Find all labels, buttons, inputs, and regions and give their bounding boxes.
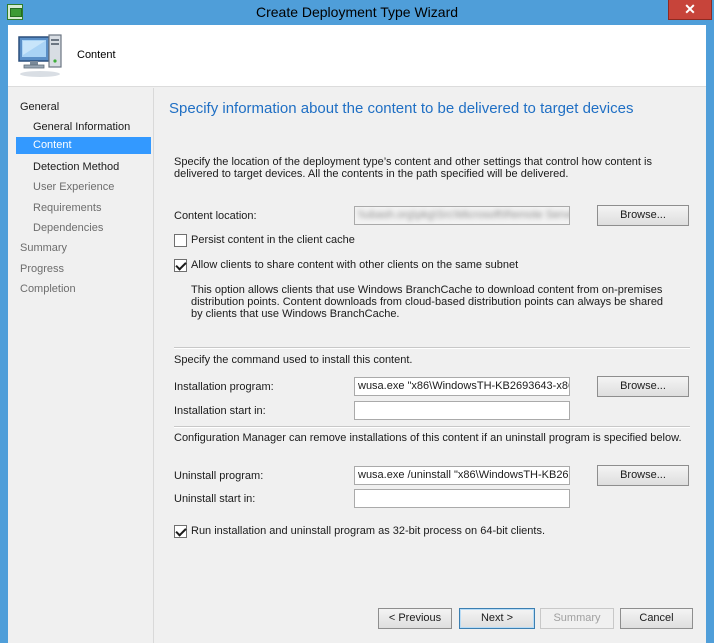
content-location-label: Content location: xyxy=(174,210,257,222)
uninstall-program-browse-button[interactable]: Browse... xyxy=(597,465,689,486)
nav-item-user-experience: User Experience xyxy=(33,181,115,193)
nav-item-dependencies: Dependencies xyxy=(33,222,104,234)
nav-item-requirements: Requirements xyxy=(33,202,102,214)
page-heading: Specify information about the content to… xyxy=(169,100,634,117)
persist-content-label[interactable]: Persist content in the client cache xyxy=(191,234,355,246)
content-location-value: \\ubash.org\pkg\Src\Microsoft\Remote Ser… xyxy=(358,209,570,221)
wizard-client-area: Content General General Information Cont… xyxy=(8,25,706,643)
installation-start-in-field[interactable] xyxy=(354,401,570,420)
nav-item-completion: Completion xyxy=(20,283,76,295)
close-button[interactable]: ✕ xyxy=(668,0,712,20)
next-button[interactable]: Next > xyxy=(459,608,535,629)
installation-start-in-label: Installation start in: xyxy=(174,405,266,417)
section-divider xyxy=(174,426,690,428)
wizard-window: Create Deployment Type Wizard ✕ Content … xyxy=(0,0,714,643)
run-32bit-label[interactable]: Run installation and uninstall program a… xyxy=(191,525,545,537)
wizard-header: Content xyxy=(8,25,706,87)
intro-text: Specify the location of the deployment t… xyxy=(174,156,652,180)
uninstall-start-in-field[interactable] xyxy=(354,489,570,508)
content-page: Specify information about the content to… xyxy=(154,88,706,643)
nav-item-content[interactable]: Content xyxy=(16,137,151,154)
install-section-label: Specify the command used to install this… xyxy=(174,354,413,366)
branchcache-note: This option allows clients that use Wind… xyxy=(191,284,664,320)
section-divider xyxy=(174,347,690,349)
summary-button: Summary xyxy=(540,608,614,629)
installation-program-browse-button[interactable]: Browse... xyxy=(597,376,689,397)
uninstall-program-field[interactable]: wusa.exe /uninstall "x86\WindowsTH-KB269… xyxy=(354,466,570,485)
cancel-button[interactable]: Cancel xyxy=(620,608,693,629)
nav-item-general-information[interactable]: General Information xyxy=(33,119,130,136)
installation-program-field[interactable]: wusa.exe "x86\WindowsTH-KB2693643-x86.ms… xyxy=(354,377,570,396)
uninstall-start-in-label: Uninstall start in: xyxy=(174,493,256,505)
page-title: Content xyxy=(77,49,116,61)
content-location-field[interactable]: \\ubash.org\pkg\Src\Microsoft\Remote Ser… xyxy=(354,206,570,225)
installation-program-label: Installation program: xyxy=(174,381,274,393)
content-location-browse-button[interactable]: Browse... xyxy=(597,205,689,226)
window-title: Create Deployment Type Wizard xyxy=(255,4,459,20)
persist-content-checkbox[interactable] xyxy=(174,234,187,247)
nav-item-general[interactable]: General xyxy=(20,99,59,116)
uninstall-program-label: Uninstall program: xyxy=(174,470,264,482)
nav-item-detection-method[interactable]: Detection Method xyxy=(33,159,119,176)
share-content-label[interactable]: Allow clients to share content with othe… xyxy=(191,259,518,271)
uninstall-note: Configuration Manager can remove install… xyxy=(174,432,682,444)
computer-icon xyxy=(18,34,62,77)
nav-item-summary: Summary xyxy=(20,242,68,254)
share-content-checkbox[interactable] xyxy=(174,259,187,272)
title-bar[interactable]: Create Deployment Type Wizard ✕ xyxy=(0,0,714,25)
wizard-step-nav: General General Information Content Dete… xyxy=(8,88,153,643)
previous-button[interactable]: < Previous xyxy=(378,608,452,629)
nav-item-progress: Progress xyxy=(20,263,65,275)
run-32bit-checkbox[interactable] xyxy=(174,525,187,538)
